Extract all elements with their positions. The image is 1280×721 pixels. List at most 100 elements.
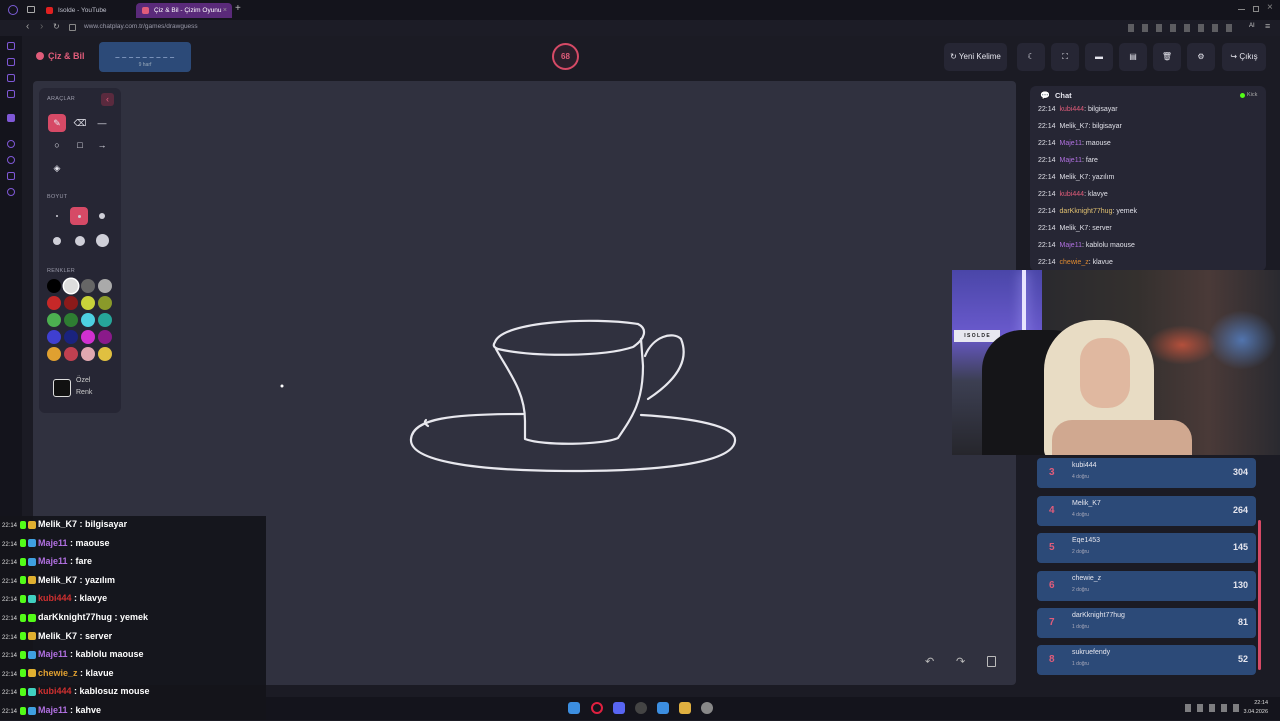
opera-icon[interactable]: [591, 702, 603, 714]
sidebar-note-icon[interactable]: [7, 90, 15, 98]
app-icon-3[interactable]: [701, 702, 713, 714]
app-icon-1[interactable]: [613, 702, 625, 714]
delete-button[interactable]: 🗑: [1153, 43, 1181, 71]
reload-icon[interactable]: ↻: [53, 22, 60, 31]
overlay-chat-text: maouse: [75, 537, 110, 548]
folder-icon[interactable]: [679, 702, 691, 714]
eraser-tool-icon[interactable]: ⌫: [71, 114, 89, 132]
line-tool-icon[interactable]: —: [93, 114, 111, 132]
size-xl[interactable]: [75, 236, 85, 246]
browser-logo-icon[interactable]: [8, 5, 18, 15]
sidebar-download-icon[interactable]: [7, 172, 15, 180]
tab-ciz-bil[interactable]: Çiz & Bil - Çizim Oyunu ×: [136, 3, 232, 18]
chat-text: klavye: [1087, 191, 1108, 198]
tab-youtube[interactable]: Isolde - YouTube: [40, 3, 132, 18]
theme-toggle-button[interactable]: ☾: [1017, 43, 1045, 71]
color-swatch[interactable]: [81, 313, 95, 327]
color-swatch[interactable]: [64, 347, 78, 361]
workspaces-icon[interactable]: [27, 6, 35, 13]
color-swatch[interactable]: [98, 347, 112, 361]
color-swatch[interactable]: [98, 296, 112, 310]
sidebar-bag-icon[interactable]: [7, 58, 15, 66]
close-window-icon[interactable]: ×: [1267, 2, 1273, 13]
sidebar-app-icon[interactable]: [7, 74, 15, 82]
rectangle-tool-icon[interactable]: □: [71, 136, 89, 154]
exit-button[interactable]: ↪ Çıkış: [1222, 43, 1266, 71]
color-swatch[interactable]: [81, 296, 95, 310]
back-icon[interactable]: ‹: [26, 21, 29, 32]
size-s[interactable]: [78, 215, 81, 218]
app-icon-2[interactable]: [657, 702, 669, 714]
chat-username[interactable]: Melik_K7: [1060, 174, 1089, 181]
sidebar-clock-icon[interactable]: [7, 156, 15, 164]
new-word-button[interactable]: ↻ Yeni Kelime: [944, 43, 1007, 71]
color-swatch[interactable]: [98, 330, 112, 344]
chat-username[interactable]: kubi444: [1060, 106, 1085, 113]
close-tab-icon[interactable]: ×: [223, 3, 227, 18]
user-badge-icon: [28, 539, 37, 548]
color-swatch[interactable]: [64, 296, 78, 310]
chat-time: 22:14: [1038, 174, 1056, 181]
new-tab-button[interactable]: +: [235, 3, 241, 14]
arrow-tool-icon[interactable]: →: [93, 136, 111, 154]
size-m[interactable]: [99, 213, 105, 219]
sidebar-twitch-icon[interactable]: [7, 114, 15, 122]
undo-button[interactable]: ↶: [925, 655, 934, 668]
tray-icons[interactable]: [1185, 704, 1241, 712]
color-swatch[interactable]: [64, 279, 78, 293]
chat-username[interactable]: Maje11: [1060, 242, 1082, 249]
color-swatch[interactable]: [64, 313, 78, 327]
chat-username[interactable]: Melik_K7: [1060, 225, 1089, 232]
chat-username[interactable]: Maje11: [1060, 140, 1082, 147]
chat-username[interactable]: darKknight77hug: [1060, 208, 1113, 215]
url-field[interactable]: www.chatplay.com.tr/games/drawguess: [84, 23, 198, 30]
screen-button[interactable]: ▬: [1085, 43, 1113, 71]
obs-icon[interactable]: [635, 702, 647, 714]
menu-icon[interactable]: ≡: [1265, 21, 1270, 31]
maximize-icon[interactable]: [1253, 6, 1259, 12]
custom-color-swatch[interactable]: [53, 379, 71, 397]
pencil-tool-icon[interactable]: ✎: [48, 114, 66, 132]
site-settings-icon[interactable]: [69, 24, 76, 31]
settings-button[interactable]: ⚙: [1187, 43, 1215, 71]
minimize-icon[interactable]: [1238, 9, 1245, 10]
fill-tool-icon[interactable]: ◈: [48, 159, 66, 177]
chat-username[interactable]: chewie_z: [1060, 259, 1089, 266]
leaderboard-name: kubi444: [1072, 462, 1097, 469]
app-logo[interactable]: Çiz & Bil: [48, 51, 85, 61]
sidebar-history-icon[interactable]: [7, 140, 15, 148]
archive-button[interactable]: ▤: [1119, 43, 1147, 71]
chat-username[interactable]: Maje11: [1060, 157, 1082, 164]
color-swatch[interactable]: [81, 347, 95, 361]
chat-message: 22:14 Melik_K7: bilgisayar: [1038, 123, 1122, 130]
color-swatch[interactable]: [47, 330, 61, 344]
circle-tool-icon[interactable]: ○: [48, 136, 66, 154]
redo-button[interactable]: ↷: [956, 655, 965, 668]
color-swatch[interactable]: [47, 313, 61, 327]
windows-start-icon[interactable]: [568, 702, 580, 714]
leaderboard-scrollbar[interactable]: [1258, 520, 1261, 670]
ai-button[interactable]: AI: [1249, 23, 1255, 29]
color-swatch[interactable]: [98, 279, 112, 293]
fullscreen-button[interactable]: ⛶: [1051, 43, 1079, 71]
color-swatch[interactable]: [64, 330, 78, 344]
leaderboard-correct-count: 1 doğru: [1072, 661, 1089, 667]
color-swatch[interactable]: [47, 279, 61, 293]
clear-canvas-icon[interactable]: [987, 656, 996, 667]
sidebar-home-icon[interactable]: [7, 42, 15, 50]
color-swatch[interactable]: [81, 279, 95, 293]
chat-username[interactable]: kubi444: [1060, 191, 1085, 198]
chat-username[interactable]: Melik_K7: [1060, 123, 1089, 130]
sidebar-settings-icon[interactable]: [7, 188, 15, 196]
color-swatch[interactable]: [47, 347, 61, 361]
ciz-bil-favicon-icon: [142, 7, 149, 14]
forward-icon[interactable]: ›: [40, 21, 43, 32]
color-swatch[interactable]: [47, 296, 61, 310]
color-swatch[interactable]: [81, 330, 95, 344]
size-l[interactable]: [53, 237, 61, 245]
size-xs[interactable]: [56, 215, 58, 217]
size-xxl[interactable]: [96, 234, 109, 247]
collapse-panel-button[interactable]: ‹: [101, 93, 114, 106]
color-swatch[interactable]: [98, 313, 112, 327]
extensions-icons[interactable]: [1128, 24, 1238, 32]
